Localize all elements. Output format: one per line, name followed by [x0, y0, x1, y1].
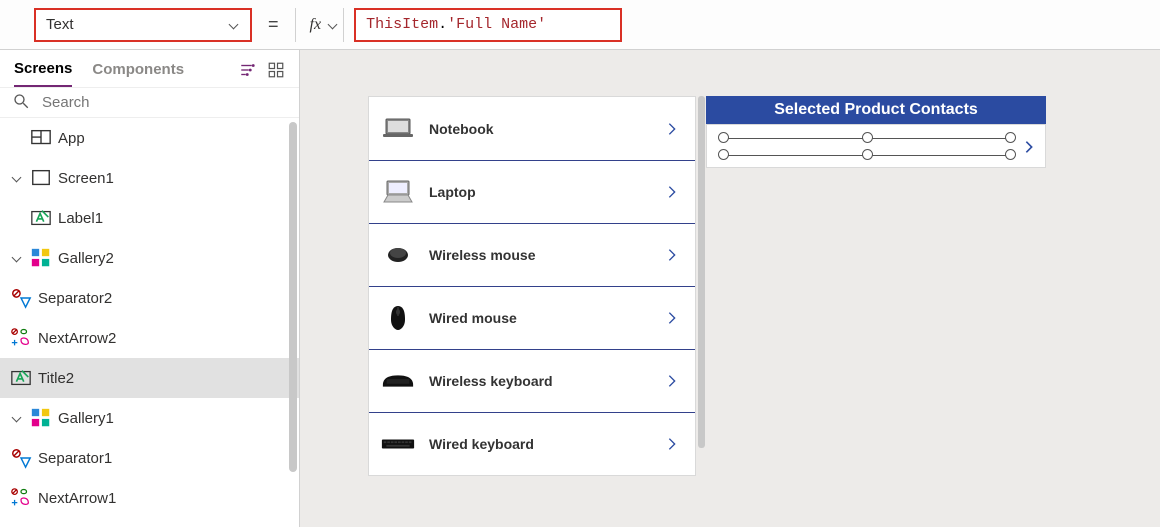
gallery-icon: [30, 247, 52, 269]
tree-item-screen1[interactable]: Screen1 Label1: [0, 158, 299, 518]
next-arrow-icon[interactable]: [661, 244, 683, 266]
gallery-item-title: Wired mouse: [429, 310, 517, 326]
selection-handle[interactable]: [1005, 149, 1016, 160]
gallery-item-title: Wireless mouse: [429, 247, 535, 263]
gallery-scrollbar[interactable]: [698, 96, 705, 448]
formula-bar: Text = fx ThisItem.'Full Name': [0, 0, 1160, 50]
filter-icon[interactable]: [239, 61, 257, 82]
formula-input[interactable]: ThisItem.'Full Name': [354, 8, 622, 42]
product-image: [381, 304, 415, 332]
search-icon: [12, 92, 30, 113]
tree-item-app[interactable]: App: [0, 118, 299, 158]
product-image: [381, 178, 415, 206]
selection-handle[interactable]: [862, 132, 873, 143]
next-arrow-icon[interactable]: [661, 181, 683, 203]
gallery-item[interactable]: Wireless keyboard: [369, 349, 695, 412]
icon-control-icon: [10, 487, 32, 509]
tree-label: Title2: [38, 370, 74, 387]
gallery2-template[interactable]: [706, 124, 1046, 168]
tree-item-gallery1[interactable]: Gallery1 Separator1: [0, 398, 299, 518]
tree-item-nextarrow2[interactable]: NextArrow2: [0, 318, 299, 358]
gallery-item[interactable]: Wireless mouse: [369, 223, 695, 286]
formula-token-dot: .: [438, 16, 447, 33]
tree-item-nextarrow1[interactable]: NextArrow1: [0, 478, 299, 518]
fx-label: fx: [300, 16, 322, 34]
next-arrow-icon[interactable]: [1019, 137, 1039, 157]
selection-handle[interactable]: [718, 132, 729, 143]
tree-label: NextArrow1: [38, 490, 116, 507]
product-image: [381, 115, 415, 143]
property-selector-label: Text: [46, 16, 74, 33]
fx-box[interactable]: fx: [295, 8, 345, 42]
property-selector[interactable]: Text: [34, 8, 252, 42]
tree-label: Gallery1: [58, 410, 114, 427]
chevron-down-icon: [228, 19, 240, 31]
chevron-down-icon[interactable]: [10, 411, 24, 425]
separator-icon: [10, 287, 32, 309]
formula-token-object: ThisItem: [366, 16, 438, 33]
gallery-item[interactable]: Wired keyboard: [369, 412, 695, 475]
canvas: Notebook Laptop: [300, 50, 1160, 527]
gallery1[interactable]: Notebook Laptop: [368, 96, 696, 476]
tree-item-label1[interactable]: Label1: [0, 198, 299, 238]
tree-view-panel: Screens Components: [0, 50, 300, 527]
next-arrow-icon[interactable]: [661, 370, 683, 392]
chevron-down-icon[interactable]: [10, 251, 24, 265]
tree-label: Separator2: [38, 290, 112, 307]
tree-label: Gallery2: [58, 250, 114, 267]
screen-icon: [30, 167, 52, 189]
tab-screens[interactable]: Screens: [14, 56, 72, 87]
chevron-down-icon: [327, 19, 339, 31]
product-image: [381, 367, 415, 395]
gallery-item[interactable]: Notebook: [369, 97, 695, 160]
contacts-header-label: Selected Product Contacts: [706, 96, 1046, 124]
tree-label: App: [58, 130, 85, 147]
tree-tabs: Screens Components: [0, 50, 299, 87]
gallery-icon: [30, 407, 52, 429]
tree: App Screen1: [0, 118, 299, 527]
gallery-item-title: Wired keyboard: [429, 436, 534, 452]
tree-search-input[interactable]: [40, 93, 287, 112]
label-icon: [10, 367, 32, 389]
tree-item-title2[interactable]: Title2: [0, 358, 299, 398]
tree-label: Screen1: [58, 170, 114, 187]
gallery-item-title: Wireless keyboard: [429, 373, 553, 389]
gallery-item[interactable]: Wired mouse: [369, 286, 695, 349]
tree-scrollbar[interactable]: [289, 122, 297, 472]
grid-view-icon[interactable]: [267, 61, 285, 82]
gallery-item[interactable]: Laptop: [369, 160, 695, 223]
tree-item-separator2[interactable]: Separator2: [0, 278, 299, 318]
product-image: [381, 241, 415, 269]
tree-item-separator1[interactable]: Separator1: [0, 438, 299, 478]
gallery-item-title: Laptop: [429, 184, 476, 200]
separator-icon: [10, 447, 32, 469]
selection-handle[interactable]: [1005, 132, 1016, 143]
tree-label: Separator1: [38, 450, 112, 467]
next-arrow-icon[interactable]: [661, 307, 683, 329]
tree-label: NextArrow2: [38, 330, 116, 347]
product-image: [381, 430, 415, 458]
gallery-item-title: Notebook: [429, 121, 494, 137]
tree-search[interactable]: [0, 87, 299, 118]
app-icon: [30, 127, 52, 149]
next-arrow-icon[interactable]: [661, 433, 683, 455]
label-icon: [30, 207, 52, 229]
chevron-down-icon[interactable]: [10, 171, 24, 185]
selection-handle[interactable]: [862, 149, 873, 160]
tree-item-gallery2[interactable]: Gallery2 Separator2: [0, 238, 299, 398]
tab-components[interactable]: Components: [92, 57, 184, 86]
tree-label: Label1: [58, 210, 103, 227]
next-arrow-icon[interactable]: [661, 118, 683, 140]
equals-sign: =: [262, 14, 285, 35]
selection-handle[interactable]: [718, 149, 729, 160]
icon-control-icon: [10, 327, 32, 349]
formula-token-field: 'Full Name': [447, 16, 546, 33]
